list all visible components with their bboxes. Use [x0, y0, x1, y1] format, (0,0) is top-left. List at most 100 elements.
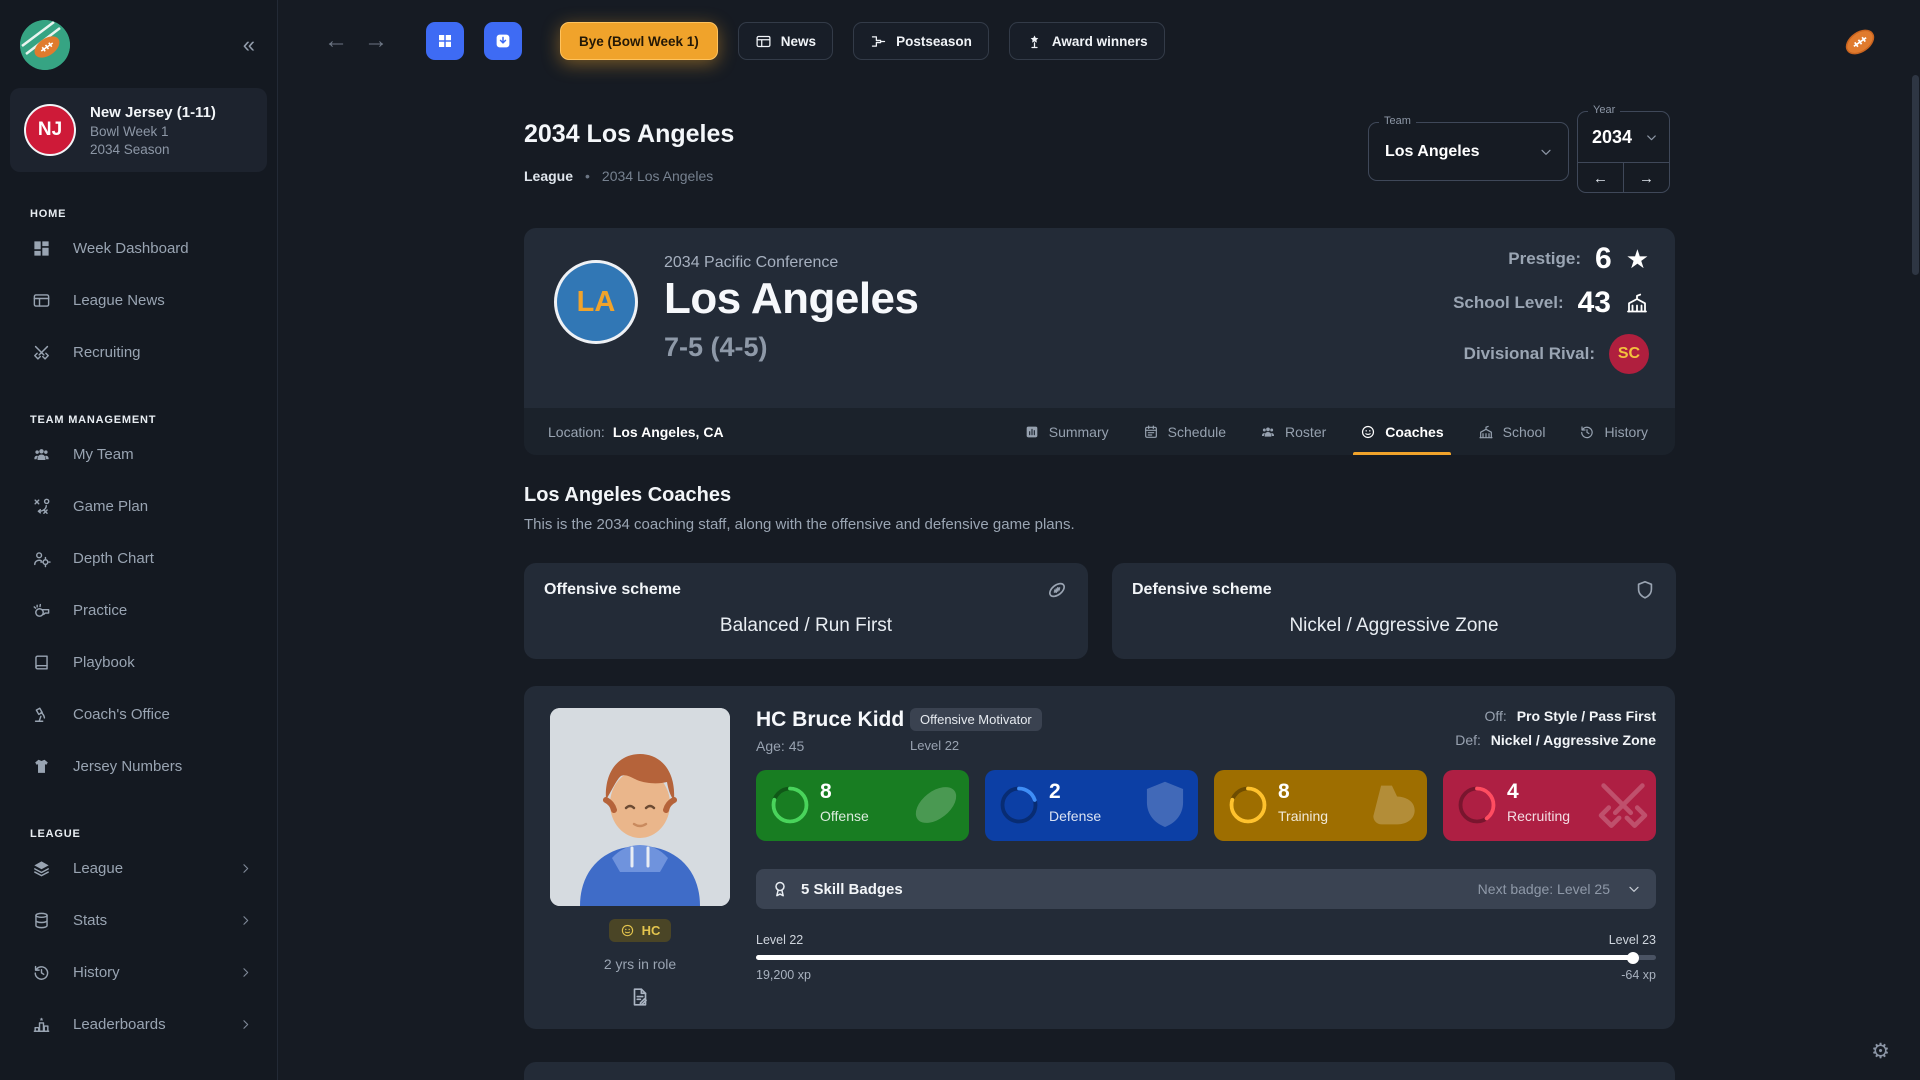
stat-value: 2	[1049, 780, 1061, 804]
xp-level-to: Level 23	[1609, 933, 1656, 947]
chevron-right-icon	[238, 913, 253, 928]
off-value: Pro Style / Pass First	[1517, 708, 1656, 724]
defensive-scheme-card: Defensive scheme Nickel / Aggressive Zon…	[1112, 563, 1676, 659]
rival-team-avatar[interactable]: SC	[1609, 334, 1649, 374]
user-team-card[interactable]: NJ New Jersey (1-11) Bowl Week 1 2034 Se…	[10, 88, 267, 172]
sidebar-item-recruiting[interactable]: Recruiting	[10, 326, 267, 378]
team-select[interactable]: Team Los Angeles	[1368, 122, 1569, 181]
scrollbar-thumb[interactable]	[1912, 75, 1919, 275]
save-button[interactable]	[484, 22, 522, 60]
sidebar-item-stats[interactable]: Stats	[10, 894, 267, 946]
star-icon: ★	[1626, 244, 1649, 275]
breadcrumb-league-link[interactable]: League	[524, 168, 573, 184]
sidebar-item-league[interactable]: League	[10, 842, 267, 894]
school-icon	[1625, 291, 1649, 315]
sidebar-section-league: LEAGUE	[30, 828, 267, 840]
tab-roster[interactable]: Roster	[1243, 408, 1343, 455]
settings-gear-icon[interactable]: ⚙	[1871, 1039, 1890, 1064]
user-team-info: New Jersey (1-11) Bowl Week 1 2034 Seaso…	[90, 104, 216, 157]
tab-label: Coaches	[1385, 424, 1443, 440]
stat-label: Defense	[1049, 808, 1101, 824]
sidebar-item-game-plan[interactable]: Game Plan	[10, 480, 267, 532]
forward-arrow-icon[interactable]: →	[356, 27, 396, 55]
sidebar-item-history[interactable]: History	[10, 946, 267, 998]
conference-label: 2034 Pacific Conference	[664, 254, 838, 272]
stat-value: 8	[1278, 780, 1290, 804]
sidebar-item-jersey-numbers[interactable]: Jersey Numbers	[10, 740, 267, 792]
sidebar-item-practice[interactable]: Practice	[10, 584, 267, 636]
sidebar-item-label: Playbook	[73, 654, 253, 671]
skill-badges-row[interactable]: 5 Skill Badges Next badge: Level 25	[756, 869, 1656, 909]
coaches-section-title: Los Angeles Coaches	[524, 484, 731, 507]
tab-history[interactable]: History	[1562, 408, 1665, 455]
sidebar-item-label: Stats	[73, 912, 216, 929]
collapse-sidebar-icon[interactable]: «	[243, 34, 255, 56]
next-year-button[interactable]: →	[1623, 163, 1669, 193]
sidebar-header: «	[10, 20, 267, 70]
back-arrow-icon[interactable]: ←	[316, 27, 356, 55]
tab-label: History	[1604, 424, 1648, 440]
offensive-scheme-card: Offensive scheme Balanced / Run First	[524, 563, 1088, 659]
dashboard-icon	[32, 239, 51, 258]
tab-summary[interactable]: Summary	[1007, 408, 1126, 455]
tab-school[interactable]: School	[1461, 408, 1563, 455]
save-box-icon	[494, 32, 512, 50]
rival-row: Divisional Rival: SC	[1464, 334, 1649, 374]
sidebar-item-week-dashboard[interactable]: Week Dashboard	[10, 222, 267, 274]
defensive-scheme-title: Defensive scheme	[1132, 581, 1272, 599]
sidebar-item-league-news[interactable]: League News	[10, 274, 267, 326]
coach-portrait	[550, 708, 730, 906]
football-logo-icon[interactable]	[1840, 22, 1880, 62]
year-select-label: Year	[1588, 104, 1620, 116]
sidebar-item-depth-chart[interactable]: Depth Chart	[10, 532, 267, 584]
chevron-right-icon	[238, 861, 253, 876]
year-select-value: 2034	[1592, 127, 1632, 148]
sidebar-item-playbook[interactable]: Playbook	[10, 636, 267, 688]
stat-label: Offense	[820, 808, 869, 824]
team-select-label: Team	[1379, 115, 1416, 127]
people-icon	[32, 445, 51, 464]
scrollbar[interactable]	[1912, 0, 1919, 1080]
sidebar-item-label: My Team	[73, 446, 253, 463]
user-team-season: 2034 Season	[90, 142, 216, 157]
tab-label: Summary	[1049, 424, 1109, 440]
tab-schedule[interactable]: Schedule	[1126, 408, 1243, 455]
off-label: Off:	[1485, 708, 1507, 724]
stat-value: 8	[820, 780, 832, 804]
page-title: 2034 Los Angeles	[524, 120, 734, 149]
stat-value: 4	[1507, 780, 1519, 804]
user-team-avatar: NJ	[24, 104, 76, 156]
tab-coaches[interactable]: Coaches	[1343, 408, 1460, 455]
stat-tile-defense: 2 Defense	[985, 770, 1198, 841]
head-coach-card: HC 2 yrs in role HC Bruce Kidd Age: 45 O…	[524, 686, 1675, 1029]
sidebar-item-coachs-office[interactable]: Coach's Office	[10, 688, 267, 740]
coach-trait: Offensive Motivator Level 22	[910, 708, 1042, 753]
school-level-value: 43	[1578, 286, 1611, 320]
team-avatar: LA	[554, 260, 638, 344]
sidebar-item-label: Depth Chart	[73, 550, 253, 567]
jersey-icon	[32, 757, 51, 776]
team-tab-bar: Location: Los Angeles, CA Summary Schedu…	[524, 408, 1675, 455]
xp-level-from: Level 22	[756, 933, 803, 947]
podium-icon	[32, 1015, 51, 1034]
coach-role-label: HC	[642, 923, 661, 938]
next-badge-label: Next badge: Level 25	[1478, 881, 1610, 897]
sidebar-item-label: Game Plan	[73, 498, 253, 515]
desk-lamp-icon	[32, 705, 51, 724]
dashboard-view-button[interactable]	[426, 22, 464, 60]
coaches-section-description: This is the 2034 coaching staff, along w…	[524, 516, 1075, 533]
location-value: Los Angeles, CA	[613, 424, 724, 440]
sidebar-item-leaderboards[interactable]: Leaderboards	[10, 998, 267, 1050]
prev-year-button[interactable]: ←	[1578, 163, 1623, 193]
sidebar-item-my-team[interactable]: My Team	[10, 428, 267, 480]
app-logo-icon[interactable]	[20, 20, 70, 70]
contract-icon[interactable]	[629, 986, 651, 1008]
sidebar-item-label: History	[73, 964, 216, 981]
stat-tile-offense: 8 Offense	[756, 770, 969, 841]
year-select[interactable]: 2034	[1578, 112, 1669, 162]
team-select-value: Los Angeles	[1385, 143, 1480, 161]
newspaper-icon	[32, 291, 51, 310]
xp-remaining: -64 xp	[1621, 968, 1656, 982]
swords-icon	[1592, 774, 1654, 836]
chevron-down-icon	[1644, 130, 1659, 145]
